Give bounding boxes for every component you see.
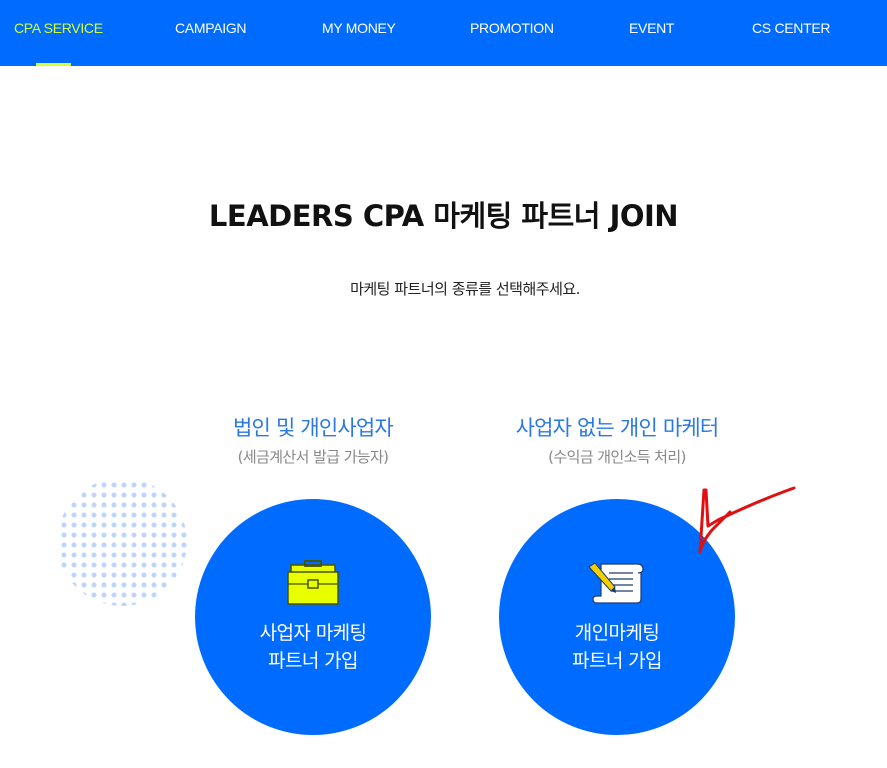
nav-campaign[interactable]: CAMPAIGN xyxy=(175,0,247,56)
page-title: LEADERS CPA 마케팅 파트너 JOIN xyxy=(0,193,887,235)
red-arrow-annotation xyxy=(698,486,796,554)
nav-cpa-service[interactable]: CPA SERVICE xyxy=(14,0,103,56)
individual-partner-heading: 사업자 없는 개인 마케터 xyxy=(515,416,720,440)
business-partner-note: (세금계산서 발급 가능자) xyxy=(237,448,389,466)
nav-my-money[interactable]: MY MONEY xyxy=(322,0,396,56)
scroll-pencil-icon xyxy=(588,562,644,604)
dot-pattern-decoration xyxy=(57,478,187,606)
page-subtitle: 마케팅 파트너의 종류를 선택해주세요. xyxy=(350,280,580,298)
business-partner-join-label: 사업자 마케팅 파트너 가입 xyxy=(195,619,431,675)
individual-partner-join-line1: 개인마케팅 xyxy=(574,622,660,644)
business-partner-join-line2: 파트너 가입 xyxy=(268,650,358,672)
nav-active-indicator xyxy=(36,63,71,66)
top-navigation: CPA SERVICE CAMPAIGN MY MONEY PROMOTION … xyxy=(0,0,887,66)
nav-event[interactable]: EVENT xyxy=(629,0,674,56)
nav-cs-center[interactable]: CS CENTER xyxy=(752,0,831,56)
individual-partner-join-label: 개인마케팅 파트너 가입 xyxy=(499,619,735,675)
business-partner-heading: 법인 및 개인사업자 xyxy=(233,416,394,440)
business-partner-join-button[interactable]: 사업자 마케팅 파트너 가입 xyxy=(195,499,431,735)
page-title-join: JOIN xyxy=(609,199,679,233)
business-partner-join-line1: 사업자 마케팅 xyxy=(259,622,367,644)
briefcase-icon xyxy=(287,560,339,605)
nav-promotion[interactable]: PROMOTION xyxy=(470,0,554,56)
individual-partner-note: (수익금 개인소득 처리) xyxy=(548,448,686,466)
page-title-prefix: LEADERS CPA 마케팅 파트너 xyxy=(208,199,601,233)
individual-partner-join-line2: 파트너 가입 xyxy=(572,650,662,672)
